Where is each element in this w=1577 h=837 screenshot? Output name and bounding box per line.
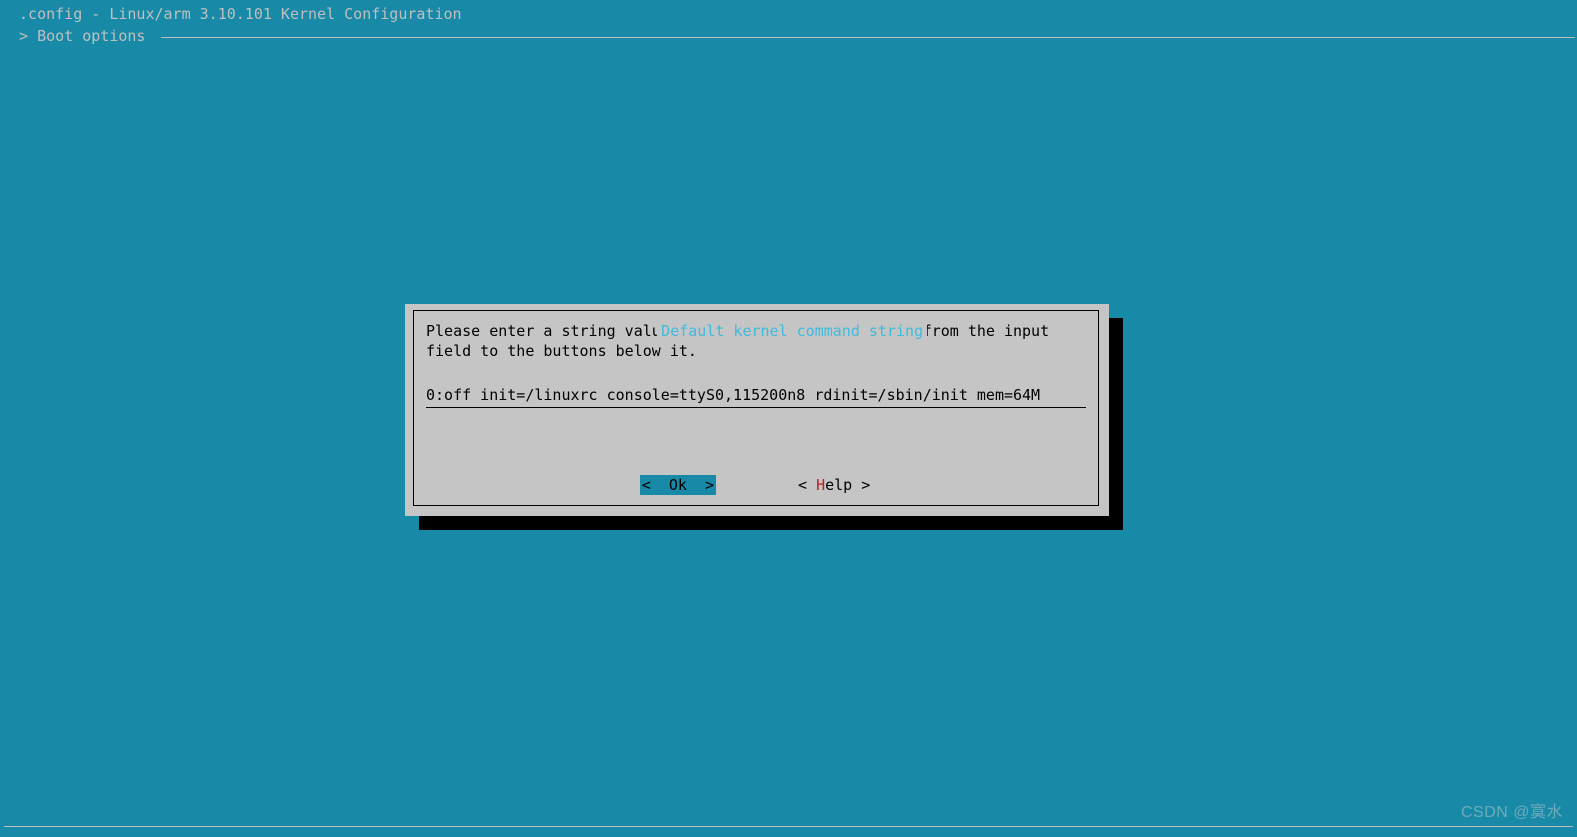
- menuconfig-screen: .config - Linux/arm 3.10.101 Kernel Conf…: [0, 0, 1577, 837]
- dialog-buttons: < Ok > < Help >: [414, 475, 1098, 495]
- horizontal-rule: [161, 37, 1576, 38]
- footer-rule: [4, 826, 1573, 827]
- command-string-input[interactable]: [426, 385, 1086, 408]
- input-dialog: Default kernel command string Please ent…: [405, 304, 1109, 516]
- ok-button[interactable]: < Ok >: [640, 475, 716, 495]
- breadcrumb-text: > Boot options: [0, 26, 155, 46]
- page-title: .config - Linux/arm 3.10.101 Kernel Conf…: [10, 4, 462, 24]
- dialog-title: Default kernel command string: [414, 301, 1098, 361]
- breadcrumb: > Boot options: [0, 26, 1577, 46]
- help-button[interactable]: < Help >: [796, 475, 872, 495]
- watermark: CSDN @寞水: [1461, 803, 1563, 823]
- dialog-frame: Default kernel command string Please ent…: [413, 310, 1099, 506]
